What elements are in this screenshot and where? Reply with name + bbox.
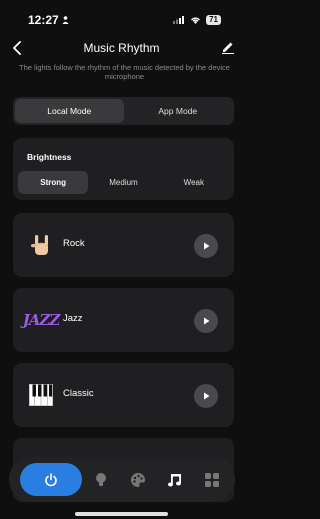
description-text: The lights follow the rhythm of the musi…: [19, 63, 230, 82]
bulb-icon[interactable]: [92, 471, 110, 489]
brightness-options: Strong Medium Weak: [18, 171, 229, 194]
genre-label: Classic: [63, 388, 94, 399]
edit-icon[interactable]: [221, 40, 235, 54]
genre-card-jazz[interactable]: JAZZ Jazz: [13, 288, 234, 352]
music-note-icon[interactable]: [166, 471, 184, 489]
rock-hand-icon: [27, 231, 55, 259]
grid-icon[interactable]: [203, 471, 221, 489]
status-time: 12:27: [28, 13, 69, 27]
status-indicators: 71: [173, 15, 221, 25]
person-icon: [62, 16, 69, 24]
app-mode-tab[interactable]: App Mode: [124, 99, 233, 123]
page-title: Music Rhythm: [83, 41, 160, 55]
power-button[interactable]: [20, 463, 82, 496]
jazz-icon-text: JAZZ: [22, 311, 61, 329]
play-icon: [204, 317, 210, 325]
play-icon: [204, 242, 210, 250]
home-indicator: [75, 512, 168, 516]
power-icon: [45, 472, 57, 486]
play-icon: [204, 392, 210, 400]
palette-icon[interactable]: [129, 471, 147, 489]
genre-card-classic[interactable]: Classic: [13, 363, 234, 427]
time-text: 12:27: [28, 13, 59, 27]
piano-icon: [27, 381, 55, 409]
brightness-panel: Brightness Strong Medium Weak: [13, 138, 234, 200]
genre-label: Rock: [63, 238, 85, 249]
play-button[interactable]: [194, 384, 218, 408]
play-button[interactable]: [194, 309, 218, 333]
signal-icon: [173, 16, 185, 24]
genre-card-rock[interactable]: Rock: [13, 213, 234, 277]
brightness-label: Brightness: [27, 152, 72, 162]
brightness-weak-option[interactable]: Weak: [159, 171, 229, 194]
nav-bar: Music Rhythm: [0, 38, 243, 58]
brightness-strong-option[interactable]: Strong: [18, 171, 89, 194]
wifi-icon: [191, 17, 201, 24]
local-mode-tab[interactable]: Local Mode: [15, 99, 124, 123]
battery-indicator: 71: [206, 15, 221, 25]
brightness-medium-option[interactable]: Medium: [88, 171, 158, 194]
bottom-nav: [9, 457, 235, 502]
nav-icons: [82, 471, 235, 489]
jazz-icon: JAZZ: [23, 306, 61, 334]
status-bar: 12:27 71: [0, 0, 243, 40]
genre-label: Jazz: [63, 313, 83, 324]
play-button[interactable]: [194, 234, 218, 258]
mode-segmented-control: Local Mode App Mode: [13, 97, 234, 125]
